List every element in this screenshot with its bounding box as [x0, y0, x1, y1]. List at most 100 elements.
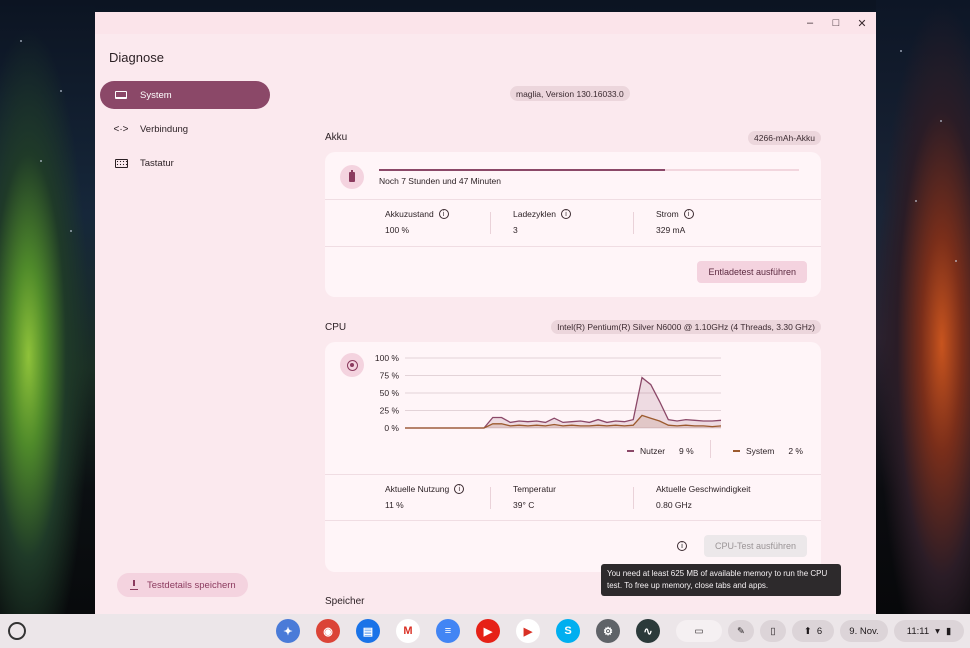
- window-titlebar: – □ ✕: [95, 12, 876, 34]
- connection-icon: <·>: [113, 123, 129, 135]
- battery-capacity-chip: 4266-mAh-Akku: [748, 131, 821, 145]
- stat-value: 11 %: [385, 500, 404, 510]
- download-icon: [129, 580, 139, 590]
- stat-label: Akkuzustand: [385, 209, 434, 219]
- sidebar-item-tastatur[interactable]: Tastatur: [100, 149, 270, 177]
- sidebar-item-label: Tastatur: [140, 157, 174, 169]
- battery-charge-fill: [379, 169, 665, 171]
- cpu-icon: [340, 353, 364, 377]
- battery-card: Noch 7 Stunden und 47 Minuten Akkuzustan…: [325, 152, 821, 297]
- stat-value: 39° C: [513, 500, 535, 510]
- battery-remaining-text: Noch 7 Stunden und 47 Minuten: [379, 176, 501, 186]
- clock: 11:11: [906, 625, 930, 637]
- divider: [325, 246, 821, 247]
- legend-system: System 2 %: [733, 446, 803, 456]
- wifi-icon: ▾: [935, 625, 940, 637]
- cpu-test-button[interactable]: CPU-Test ausführen: [703, 535, 807, 557]
- stat-value: 0.80 GHz: [656, 500, 692, 510]
- date-button[interactable]: 9. Nov.: [840, 620, 888, 642]
- legend-swatch: [733, 450, 740, 452]
- stat-value: 100 %: [385, 225, 410, 235]
- info-icon[interactable]: i: [438, 209, 449, 219]
- laptop-icon: [114, 90, 128, 100]
- save-test-details-button[interactable]: Testdetails speichern: [117, 573, 248, 597]
- memory-section-title: Speicher: [325, 596, 365, 607]
- divider: [325, 520, 821, 521]
- gemini-icon[interactable]: ✦: [276, 619, 300, 643]
- phone-hub-icon[interactable]: ▯: [760, 620, 786, 642]
- legend-label: Nutzer: [640, 446, 666, 456]
- docs-icon[interactable]: ≡: [436, 619, 460, 643]
- sidebar-item-verbindung[interactable]: <·> Verbindung: [100, 115, 270, 143]
- series-line: [405, 376, 722, 429]
- minimize-button[interactable]: –: [804, 17, 816, 29]
- battery-icon: [340, 165, 364, 189]
- settings-icon[interactable]: ⚙: [596, 619, 620, 643]
- cpu-model-chip: Intel(R) Pentium(R) Silver N6000 @ 1.10G…: [551, 320, 821, 334]
- stat-label: Aktuelle Nutzung: [385, 484, 450, 494]
- cpu-usage-chart: 100 % 75 % 50 % 25 % 0 %: [375, 353, 722, 433]
- play-store-icon[interactable]: ▶: [516, 619, 540, 643]
- youtube-icon[interactable]: ▶: [476, 619, 500, 643]
- legend-value: 2 %: [788, 446, 803, 456]
- sidebar-nav: System <·> Verbindung Tastatur: [100, 81, 270, 183]
- notification-count: 6: [816, 625, 823, 637]
- notifications-button[interactable]: ⬆ 6: [792, 620, 834, 642]
- gmail-icon[interactable]: M: [396, 619, 420, 643]
- battery-cycles-stat: Ladezyklen i 3: [513, 209, 572, 235]
- skype-icon[interactable]: S: [556, 619, 580, 643]
- info-icon[interactable]: i: [454, 484, 465, 494]
- legend-user: Nutzer 9 %: [627, 446, 694, 456]
- holding-space-icon[interactable]: ▭: [676, 620, 722, 642]
- launcher-icon[interactable]: [8, 622, 26, 640]
- cpu-test-tooltip: You need at least 625 MB of available me…: [601, 564, 841, 596]
- info-icon[interactable]: i: [677, 541, 687, 551]
- stat-label: Temperatur: [513, 484, 556, 494]
- keyboard-icon: [114, 158, 128, 168]
- y-tick-label: 25 %: [380, 406, 400, 416]
- separator: [633, 487, 634, 509]
- upload-icon: ⬆: [803, 625, 812, 637]
- pen-icon[interactable]: ✎: [728, 620, 754, 642]
- battery-charge-bar: [379, 169, 799, 171]
- legend-value: 9 %: [679, 446, 694, 456]
- cpu-card: 100 % 75 % 50 % 25 % 0 % Nutzer 9 % System 2…: [325, 342, 821, 572]
- y-tick-label: 100 %: [375, 353, 400, 363]
- diagnostics-window: – □ ✕ Diagnose System <·> Verbindung Tas…: [95, 12, 876, 614]
- sidebar-item-label: System: [140, 89, 172, 101]
- battery-health-stat: Akkuzustand i 100 %: [385, 209, 449, 235]
- stat-label: Aktuelle Geschwindigkeit: [656, 484, 751, 494]
- battery-current-stat: Strom i 329 mA: [656, 209, 694, 235]
- separator: [490, 212, 491, 234]
- chrome-icon[interactable]: ◉: [316, 619, 340, 643]
- divider: [325, 199, 821, 200]
- separator: [490, 487, 491, 509]
- sidebar-item-system[interactable]: System: [100, 81, 270, 109]
- diagnostics-icon[interactable]: ∿: [636, 619, 660, 643]
- status-area[interactable]: 11:11 ▾ ▮: [894, 620, 964, 642]
- discharge-test-button[interactable]: Entladetest ausführen: [697, 261, 807, 283]
- info-icon[interactable]: i: [683, 209, 694, 219]
- stat-label: Strom: [656, 209, 679, 219]
- legend-swatch: [627, 450, 634, 452]
- separator: [710, 440, 711, 458]
- y-tick-label: 75 %: [380, 371, 400, 381]
- separator: [633, 212, 634, 234]
- version-chip: maglia, Version 130.16033.0: [510, 86, 630, 101]
- cpu-speed-stat: Aktuelle Geschwindigkeit 0.80 GHz: [656, 484, 751, 510]
- cpu-temperature-stat: Temperatur 39° C: [513, 484, 556, 510]
- files-icon[interactable]: ▤: [356, 619, 380, 643]
- shelf: ✦ ◉ ▤ M ≡ ▶ ▶ S ⚙ ∿ ▭ ✎ ▯ ⬆ 6 9. Nov. 11:11 ▾ ▮: [0, 614, 970, 648]
- save-test-details-label: Testdetails speichern: [147, 579, 236, 591]
- divider: [325, 474, 821, 475]
- stat-label: Ladezyklen: [513, 209, 557, 219]
- legend-label: System: [746, 446, 775, 456]
- maximize-button[interactable]: □: [830, 17, 842, 29]
- cpu-usage-stat: Aktuelle Nutzung i 11 %: [385, 484, 465, 510]
- y-tick-label: 50 %: [380, 388, 400, 398]
- info-icon[interactable]: i: [561, 209, 572, 219]
- y-tick-label: 0 %: [384, 423, 399, 433]
- stat-value: 329 mA: [656, 225, 686, 235]
- app-title: Diagnose: [109, 50, 164, 65]
- close-button[interactable]: ✕: [856, 17, 868, 30]
